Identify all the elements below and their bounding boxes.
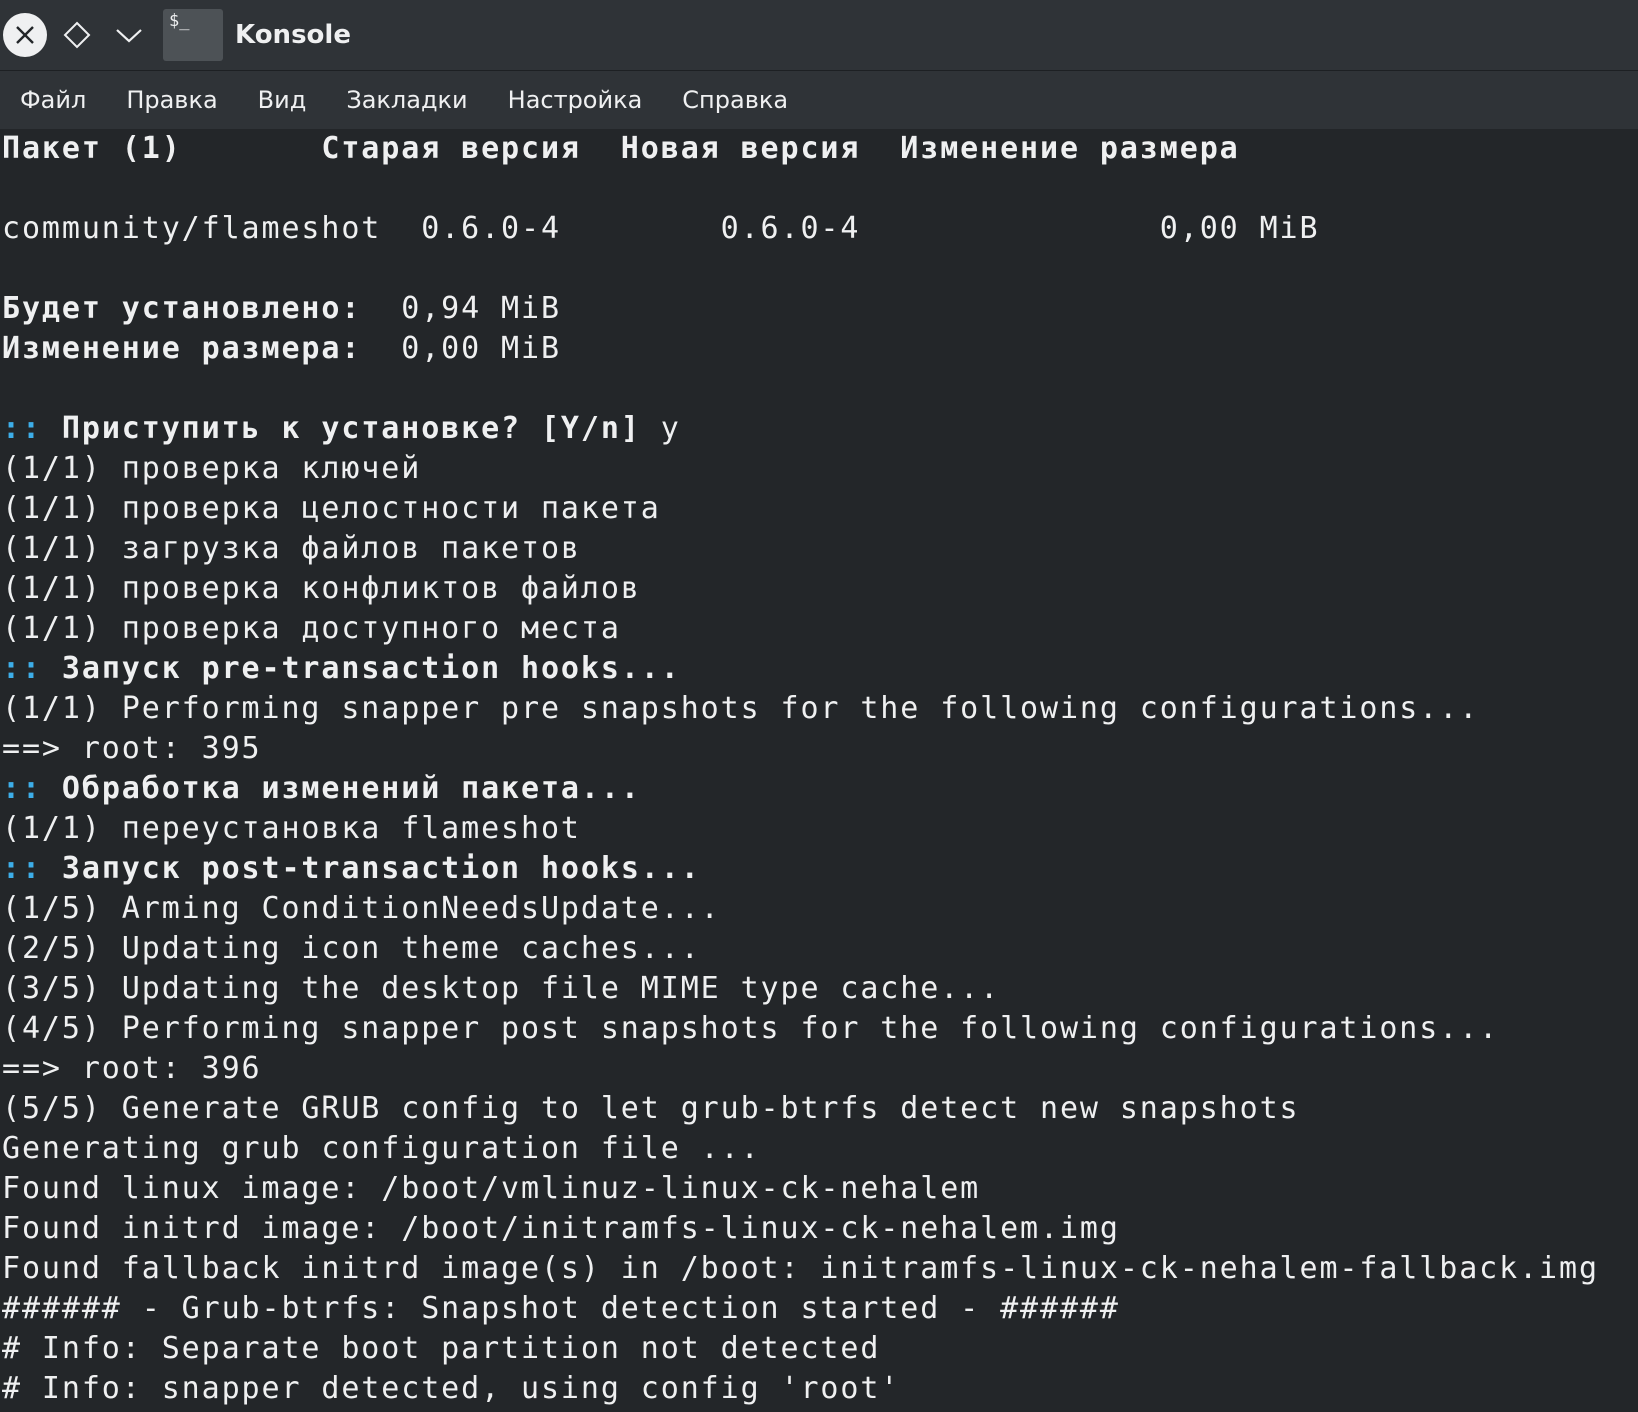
terminal-segment: Found linux image: /boot/vmlinuz-linux-c… [2,1171,981,1206]
terminal-line: Found initrd image: /boot/initramfs-linu… [2,1209,1638,1249]
terminal-line: (1/1) Performing snapper pre snapshots f… [2,689,1638,729]
terminal-line: (1/1) переустановка flameshot [2,809,1638,849]
app-icon-glyph: $_ [169,11,190,31]
close-icon [16,26,34,44]
terminal-line: Found linux image: /boot/vmlinuz-linux-c… [2,1169,1638,1209]
terminal-segment: Обработка изменений пакета... [41,771,641,806]
terminal-segment: 0,94 MiB [361,291,561,326]
title-bar[interactable]: $_ Konsole [0,0,1638,71]
terminal-segment: Запуск pre-transaction hooks... [41,651,681,686]
terminal-text[interactable]: Пакет (1) Старая версия Новая версия Изм… [0,129,1638,1409]
menu-settings[interactable]: Настройка [488,71,663,129]
terminal-segment: (1/1) переустановка flameshot [2,811,581,846]
terminal-segment: y [640,411,681,446]
terminal-segment: (4/5) Performing snapper post snapshots … [2,1011,1500,1046]
konsole-window: $_ Konsole Файл Правка Вид Закладки Наст… [0,0,1638,1412]
terminal-segment: ###### - Grub-btrfs: Snapshot detection … [2,1291,1120,1326]
terminal-line: (4/5) Performing snapper post snapshots … [2,1009,1638,1049]
window-menu-button[interactable] [109,13,149,57]
prompt-marker: :: [2,651,42,686]
terminal-segment: # Info: snapper detected, using config '… [2,1371,901,1406]
terminal-segment: Изменение размера: [2,331,362,366]
terminal-segment: (1/1) загрузка файлов пакетов [2,531,581,566]
terminal-segment: (1/1) проверка доступного места [2,611,621,646]
terminal-segment: (1/1) Performing snapper pre snapshots f… [2,691,1480,726]
menu-view[interactable]: Вид [238,71,327,129]
close-button[interactable] [3,13,47,57]
terminal-line: :: Приступить к установке? [Y/n] y [2,409,1638,449]
prompt-marker: :: [2,771,42,806]
menu-edit[interactable]: Правка [106,71,237,129]
terminal-line: Found fallback initrd image(s) in /boot:… [2,1249,1638,1289]
terminal-segment: ==> root: 396 [2,1051,262,1086]
terminal-line: Будет установлено: 0,94 MiB [2,289,1638,329]
terminal-line: ==> root: 395 [2,729,1638,769]
terminal-segment: (1/1) проверка конфликтов файлов [2,571,641,606]
menu-bar: Файл Правка Вид Закладки Настройка Справ… [0,71,1638,129]
terminal-line: (1/1) проверка конфликтов файлов [2,569,1638,609]
terminal-segment: (1/5) Arming ConditionNeedsUpdate... [2,891,721,926]
prompt-marker: :: [2,851,42,886]
terminal-line: :: Запуск post-transaction hooks... [2,849,1638,889]
terminal-segment: (3/5) Updating the desktop file MIME typ… [2,971,1001,1006]
terminal-line: Generating grub configuration file ... [2,1129,1638,1169]
window-title: Konsole [235,20,351,50]
terminal-segment: Приступить к установке? [Y/n] [41,411,641,446]
terminal-segment: 0,00 MiB [361,331,561,366]
terminal-line: (5/5) Generate GRUB config to let grub-b… [2,1089,1638,1129]
terminal-segment: (1/1) проверка ключей [2,451,422,486]
terminal-output[interactable]: Пакет (1) Старая версия Новая версия Изм… [0,129,1638,1412]
chevron-down-icon [116,29,142,43]
terminal-segment: Found fallback initrd image(s) in /boot:… [2,1251,1599,1286]
terminal-line: ###### - Grub-btrfs: Snapshot detection … [2,1289,1638,1329]
terminal-segment: # Info: Separate boot partition not dete… [2,1331,881,1366]
terminal-segment: (1/1) проверка целостности пакета [2,491,661,526]
terminal-line: ==> root: 396 [2,1049,1638,1089]
terminal-segment: community/flameshot 0.6.0-4 0.6.0-4 0,00… [2,211,1320,246]
terminal-line: # Info: Separate boot partition not dete… [2,1329,1638,1369]
terminal-line: (1/1) проверка доступного места [2,609,1638,649]
diamond-icon [63,21,91,49]
terminal-app-icon: $_ [163,9,223,61]
terminal-segment: Пакет (1) Старая версия Новая версия Изм… [2,131,1240,166]
terminal-segment: Запуск post-transaction hooks... [41,851,701,886]
terminal-segment: (5/5) Generate GRUB config to let grub-b… [2,1091,1300,1126]
terminal-line: :: Обработка изменений пакета... [2,769,1638,809]
terminal-line: Изменение размера: 0,00 MiB [2,329,1638,369]
terminal-line: (3/5) Updating the desktop file MIME typ… [2,969,1638,1009]
keep-above-button[interactable] [57,13,97,57]
terminal-line: (1/5) Arming ConditionNeedsUpdate... [2,889,1638,929]
terminal-line: Пакет (1) Старая версия Новая версия Изм… [2,129,1638,169]
terminal-line: (1/1) проверка ключей [2,449,1638,489]
terminal-line: # Info: snapper detected, using config '… [2,1369,1638,1409]
menu-bookmarks[interactable]: Закладки [326,71,487,129]
terminal-segment: (2/5) Updating icon theme caches... [2,931,701,966]
terminal-segment: Будет установлено: [2,291,362,326]
terminal-line: (1/1) загрузка файлов пакетов [2,529,1638,569]
menu-file[interactable]: Файл [0,71,106,129]
terminal-line: (2/5) Updating icon theme caches... [2,929,1638,969]
terminal-line: (1/1) проверка целостности пакета [2,489,1638,529]
menu-help[interactable]: Справка [662,71,808,129]
prompt-marker: :: [2,411,42,446]
terminal-line: community/flameshot 0.6.0-4 0.6.0-4 0,00… [2,209,1638,249]
terminal-segment: Generating grub configuration file ... [2,1131,761,1166]
terminal-segment: Found initrd image: /boot/initramfs-linu… [2,1211,1120,1246]
terminal-line: :: Запуск pre-transaction hooks... [2,649,1638,689]
terminal-segment: ==> root: 395 [2,731,262,766]
